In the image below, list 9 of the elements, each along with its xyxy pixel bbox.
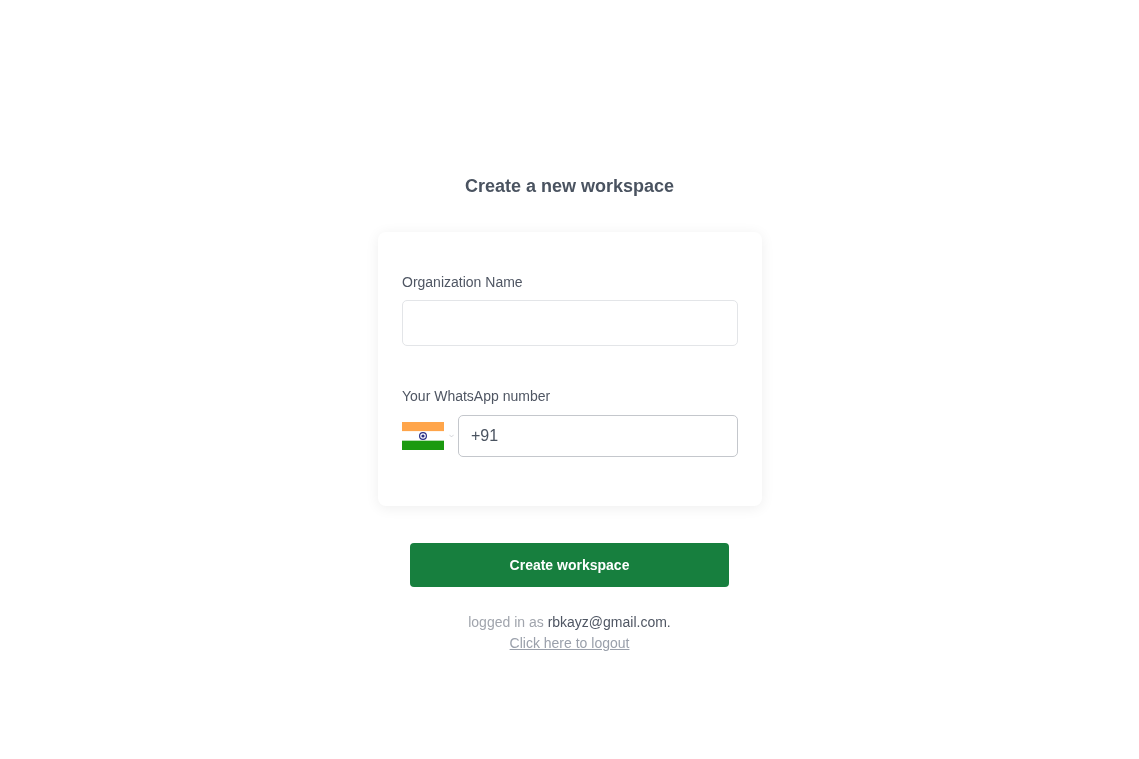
logged-in-note: logged in as rbkayz@gmail.com. xyxy=(468,613,671,632)
create-workspace-button[interactable]: Create workspace xyxy=(410,543,729,587)
field-label: Your WhatsApp number xyxy=(402,387,551,406)
page-title: Create a new workspace xyxy=(464,175,675,198)
phone-number-input[interactable]: +91 xyxy=(458,415,738,457)
flag-icon xyxy=(402,422,444,450)
field-label: Organization Name xyxy=(402,273,523,292)
organization-name-input[interactable] xyxy=(402,300,738,346)
logout-link[interactable]: Click here to logout xyxy=(509,632,630,654)
